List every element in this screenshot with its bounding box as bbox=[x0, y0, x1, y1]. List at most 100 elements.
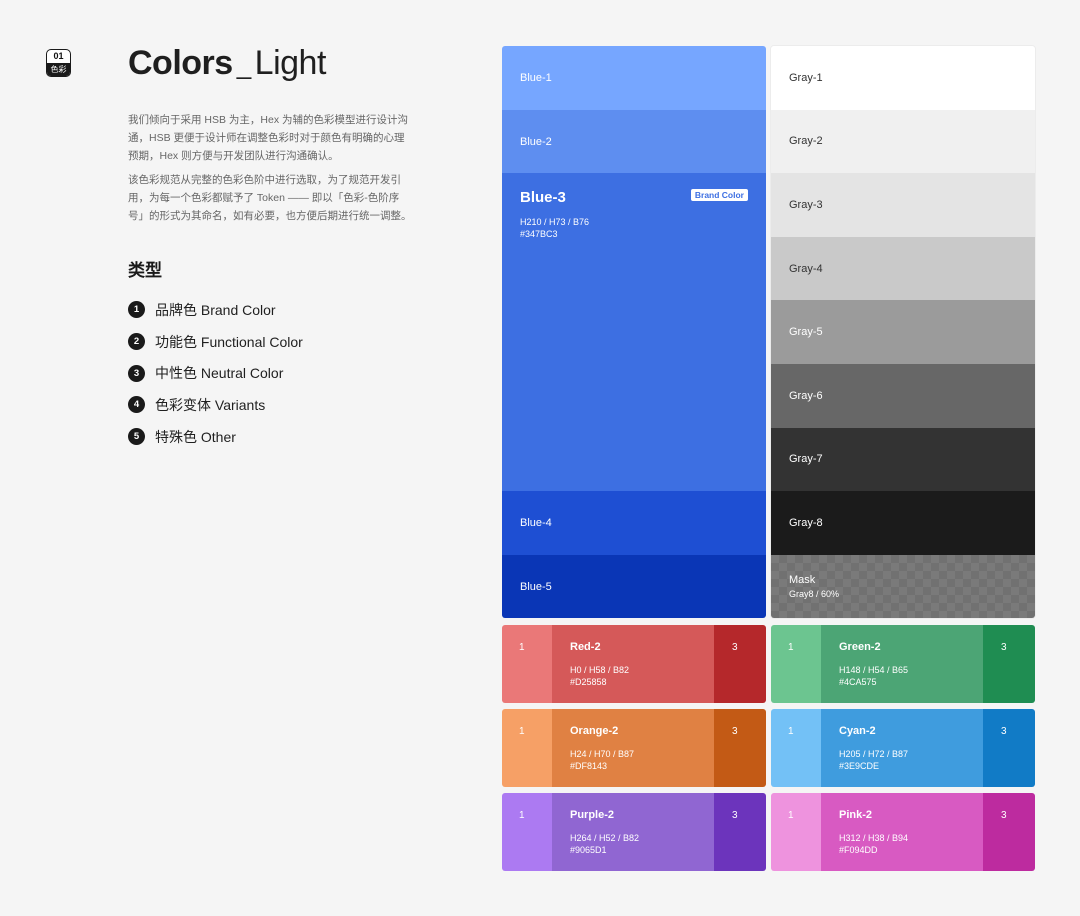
title-separator: _ bbox=[236, 50, 251, 80]
variant-number: 1 bbox=[519, 642, 525, 653]
swatch-label: Blue-2 bbox=[520, 135, 552, 148]
variant-hex: #D25858 bbox=[570, 677, 607, 687]
variant-name: Red-2 bbox=[570, 641, 601, 653]
swatch-label: Gray-3 bbox=[789, 198, 823, 211]
variant-values: H312 / H38 / B94 #F094DD bbox=[839, 832, 908, 856]
description-paragraph-2: 该色彩规范从完整的色彩色阶中进行选取，为了规范开发引用，为每一个色彩都赋予了 T… bbox=[128, 174, 412, 222]
swatch-blue-3: Blue-3 H210 / H73 / B76 #347BC3 Brand Co… bbox=[502, 173, 766, 491]
variant-1: 1 bbox=[502, 709, 552, 787]
number-badge: 1 bbox=[128, 301, 145, 319]
card-purple: 1 Purple-2 H264 / H52 / B82 #9065D1 3 bbox=[502, 793, 766, 871]
swatch-label: Gray-2 bbox=[789, 135, 823, 148]
variant-hex: #4CA575 bbox=[839, 677, 877, 687]
type-label: 功能色 Functional Color bbox=[155, 333, 303, 350]
variant-hex: #DF8143 bbox=[570, 761, 608, 771]
section-badge: 01 色彩 bbox=[46, 49, 71, 77]
swatch-mask: Mask Gray8 / 60% bbox=[771, 554, 1035, 618]
variant-1: 1 bbox=[771, 709, 821, 787]
variant-hex: #F094DD bbox=[839, 845, 878, 855]
description-paragraph-1: 我们倾向于采用 HSB 为主，Hex 为辅的色彩模型进行设计沟通，HSB 更便于… bbox=[128, 114, 409, 162]
swatch-gray-8: Gray-8 bbox=[771, 491, 1035, 555]
variant-number: 3 bbox=[1001, 642, 1007, 653]
variant-2: Pink-2 H312 / H38 / B94 #F094DD bbox=[821, 793, 983, 871]
type-item: 4 色彩变体 Variants bbox=[128, 389, 303, 421]
variant-3: 3 bbox=[714, 793, 766, 871]
type-item: 2 功能色 Functional Color bbox=[128, 326, 303, 358]
swatch-hex: #347BC3 bbox=[520, 229, 558, 239]
variant-number: 1 bbox=[788, 642, 794, 653]
type-item: 5 特殊色 Other bbox=[128, 421, 303, 453]
swatch-sub: Gray8 / 60% bbox=[789, 588, 840, 599]
variant-3: 3 bbox=[983, 709, 1035, 787]
variant-hsb: H264 / H52 / B82 bbox=[570, 833, 640, 843]
variant-values: H205 / H72 / B87 #3E9CDE bbox=[839, 748, 908, 772]
swatch-gray-5: Gray-5 bbox=[771, 300, 1035, 364]
variant-values: H0 / H58 / B82 #D25858 bbox=[570, 664, 629, 688]
swatch-gray-6: Gray-6 bbox=[771, 363, 1035, 428]
variant-hex: #9065D1 bbox=[570, 845, 607, 855]
badge-label: 色彩 bbox=[47, 63, 70, 76]
types-heading: 类型 bbox=[128, 261, 162, 280]
variant-1: 1 bbox=[771, 793, 821, 871]
variant-1: 1 bbox=[771, 625, 821, 703]
variant-hsb: H0 / H58 / B82 bbox=[570, 665, 630, 675]
type-item: 1 品牌色 Brand Color bbox=[128, 294, 303, 326]
variant-number: 1 bbox=[788, 726, 794, 737]
variant-values: H24 / H70 / B87 #DF8143 bbox=[570, 748, 634, 772]
variant-2: Purple-2 H264 / H52 / B82 #9065D1 bbox=[552, 793, 714, 871]
variant-name: Green-2 bbox=[839, 641, 881, 653]
swatch-gray-7: Gray-7 bbox=[771, 427, 1035, 492]
swatch-label: Blue-5 bbox=[520, 580, 552, 593]
swatch-gray-3: Gray-3 bbox=[771, 173, 1035, 237]
variant-hex: #3E9CDE bbox=[839, 761, 880, 771]
number-badge: 2 bbox=[128, 333, 145, 351]
title-bold: Colors bbox=[128, 44, 233, 82]
variant-3: 3 bbox=[714, 709, 766, 787]
swatch-label: Gray-6 bbox=[789, 389, 823, 402]
blue-palette: Blue-1 Blue-2 Blue-3 H210 / H73 / B76 #3… bbox=[502, 46, 766, 618]
number-badge: 4 bbox=[128, 396, 145, 414]
swatch-gray-1: Gray-1 bbox=[771, 46, 1035, 110]
variant-values: H148 / H54 / B65 #4CA575 bbox=[839, 664, 908, 688]
type-list: 1 品牌色 Brand Color 2 功能色 Functional Color 3… bbox=[128, 294, 303, 452]
variant-number: 3 bbox=[732, 726, 738, 737]
type-label: 特殊色 Other bbox=[155, 428, 236, 445]
type-item: 3 中性色 Neutral Color bbox=[128, 357, 303, 389]
variant-number: 3 bbox=[732, 810, 738, 821]
variant-2: Orange-2 H24 / H70 / B87 #DF8143 bbox=[552, 709, 714, 787]
type-label: 中性色 Neutral Color bbox=[155, 365, 284, 382]
swatch-blue-2: Blue-2 bbox=[502, 110, 766, 173]
swatch-label: Blue-4 bbox=[520, 517, 552, 529]
variant-name: Orange-2 bbox=[570, 725, 619, 737]
variant-number: 1 bbox=[519, 810, 525, 821]
variant-number: 1 bbox=[788, 810, 794, 821]
variant-1: 1 bbox=[502, 793, 552, 871]
brand-color-tag: Brand Color bbox=[690, 189, 748, 201]
gray-palette: Gray-1 Gray-2 Gray-3 Gray-4 Gray-5 Gray-… bbox=[771, 46, 1035, 618]
variant-hsb: H148 / H54 / B65 bbox=[839, 665, 909, 675]
variant-values: H264 / H52 / B82 #9065D1 bbox=[570, 832, 639, 856]
variant-number: 3 bbox=[732, 642, 738, 653]
card-orange: 1 Orange-2 H24 / H70 / B87 #DF8143 3 bbox=[502, 709, 766, 787]
badge-number: 01 bbox=[53, 51, 64, 61]
variant-2: Green-2 H148 / H54 / B65 #4CA575 bbox=[821, 625, 983, 703]
variant-number: 3 bbox=[1001, 810, 1007, 821]
swatch-hsb: H210 / H73 / B76 bbox=[520, 217, 590, 227]
variant-hsb: H24 / H70 / B87 bbox=[570, 749, 635, 759]
type-label: 色彩变体 Variants bbox=[155, 396, 266, 413]
variant-name: Cyan-2 bbox=[839, 725, 876, 737]
swatch-blue-1: Blue-1 bbox=[502, 46, 766, 110]
variant-1: 1 bbox=[502, 625, 552, 703]
swatch-label: Gray-5 bbox=[789, 326, 823, 339]
variant-number: 3 bbox=[1001, 726, 1007, 737]
swatch-label: Gray-4 bbox=[789, 262, 823, 275]
variant-3: 3 bbox=[983, 793, 1035, 871]
variant-number: 1 bbox=[519, 726, 525, 737]
swatch-values: H210 / H73 / B76 #347BC3 bbox=[520, 216, 589, 240]
swatch-label: Gray-8 bbox=[789, 516, 823, 529]
card-green: 1 Green-2 H148 / H54 / B65 #4CA575 3 bbox=[771, 625, 1035, 703]
variant-3: 3 bbox=[983, 625, 1035, 703]
swatch-blue-5: Blue-5 bbox=[502, 555, 766, 618]
variant-hsb: H205 / H72 / B87 bbox=[839, 749, 909, 759]
page-title: Colors _ Light bbox=[128, 44, 326, 83]
